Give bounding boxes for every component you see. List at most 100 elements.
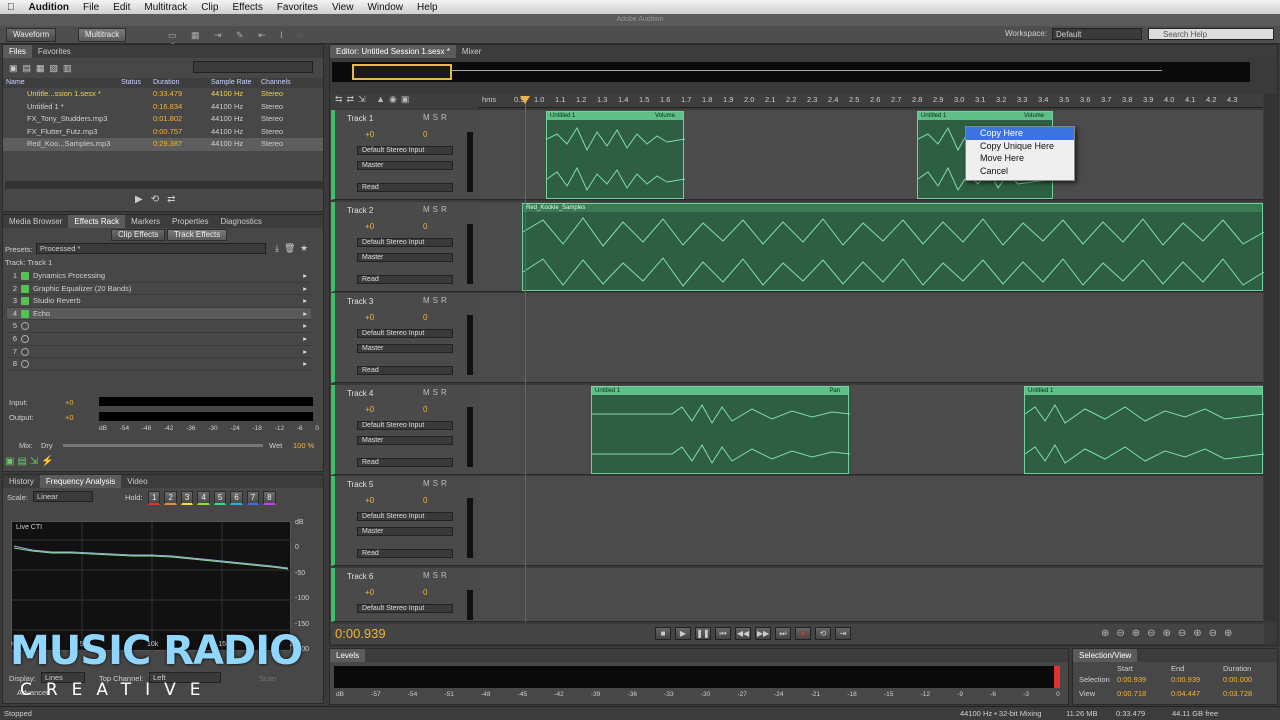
skip-icon[interactable]: ⇥ xyxy=(835,627,851,640)
clip-envelope[interactable]: Pan xyxy=(829,387,840,395)
audio-clip[interactable]: Untitled 1 Pan xyxy=(591,386,850,474)
menu-file[interactable]: File xyxy=(76,2,106,13)
tab-favorites[interactable]: Favorites xyxy=(32,45,77,58)
track-name[interactable]: Track 3 xyxy=(347,297,373,306)
files-search-input[interactable] xyxy=(193,61,313,73)
volume-value[interactable]: +0 xyxy=(365,313,374,322)
skip-back-icon[interactable]: ⏮ xyxy=(715,627,731,640)
track-name[interactable]: Track 6 xyxy=(347,572,373,581)
volume-value[interactable]: +0 xyxy=(365,588,374,597)
stop-icon[interactable]: ■ xyxy=(655,627,671,640)
msr-buttons[interactable]: MSR xyxy=(423,479,450,488)
hold-button[interactable]: 8 xyxy=(263,491,276,505)
menu-edit[interactable]: Edit xyxy=(106,2,137,13)
track-output-select[interactable]: Master xyxy=(357,436,453,445)
track-input-select[interactable]: Default Stereo Input xyxy=(357,512,453,521)
effect-slot[interactable]: 3 Studio Reverb ▸ xyxy=(7,295,311,308)
pan-value[interactable]: 0 xyxy=(423,405,427,414)
overview-bar[interactable] xyxy=(332,62,1250,82)
hdr-channels[interactable]: Channels xyxy=(261,78,301,88)
multitrack-view-button[interactable]: Multitrack xyxy=(78,28,127,42)
power-icon[interactable] xyxy=(21,284,29,293)
track-lane[interactable] xyxy=(478,476,1263,566)
menu-help[interactable]: Help xyxy=(410,2,445,13)
pan-value[interactable]: 0 xyxy=(423,313,427,322)
audio-clip[interactable]: Red_Kookie_Samples xyxy=(522,203,1264,291)
msr-buttons[interactable]: MSR xyxy=(423,571,450,580)
input-gain[interactable]: +0 xyxy=(65,398,74,407)
track-header[interactable]: Track 1 MSR +0 0 Default Stereo Input Ma… xyxy=(331,110,478,200)
volume-value[interactable]: +0 xyxy=(365,222,374,231)
effect-slot[interactable]: 4 Echo ▸ xyxy=(7,307,311,321)
scale-select[interactable]: Linear xyxy=(33,491,93,502)
rewind-icon[interactable]: ◀◀ xyxy=(735,627,751,640)
menu-cancel[interactable]: Cancel xyxy=(966,165,1074,178)
effect-slot[interactable]: 8 ▸ xyxy=(7,358,311,371)
audio-clip[interactable]: Untitled 1 xyxy=(1024,386,1264,474)
loop-icon[interactable]: ⟲ xyxy=(815,627,831,640)
tab-diagnostics[interactable]: Diagnostics xyxy=(214,215,267,228)
track-name[interactable]: Track 5 xyxy=(347,480,373,489)
arrow-right-icon[interactable]: ▸ xyxy=(303,295,307,307)
track-lane[interactable] xyxy=(478,293,1263,383)
tab-effects-rack[interactable]: Effects Rack xyxy=(68,215,126,228)
clip-envelope[interactable]: Volume xyxy=(1024,112,1044,120)
wet-value[interactable]: 100 % xyxy=(293,441,314,450)
arrow-right-icon[interactable]: ▸ xyxy=(303,270,307,282)
volume-value[interactable]: +0 xyxy=(365,496,374,505)
menu-app[interactable]: Audition xyxy=(22,2,77,13)
track-effects-tab[interactable]: Track Effects xyxy=(167,229,228,241)
file-action-icons[interactable]: ▣▤▦▧▥ xyxy=(9,63,77,74)
clip-effects-tab[interactable]: Clip Effects xyxy=(111,229,166,241)
automation-mode-select[interactable]: Read xyxy=(357,275,453,284)
tool-icons[interactable]: ▭ ▦ ⇥ ✎ ⇤ I ◌ ✐ xyxy=(168,30,328,51)
automation-mode-select[interactable]: Read xyxy=(357,458,453,467)
menu-multitrack[interactable]: Multitrack xyxy=(137,2,194,13)
workspace-select[interactable]: Default xyxy=(1052,28,1142,40)
vertical-scrollbar[interactable] xyxy=(1264,94,1276,622)
track-header[interactable]: Track 3 MSR +0 0 Default Stereo Input Ma… xyxy=(331,293,478,383)
tab-editor[interactable]: Editor: Untitled Session 1.sesx * xyxy=(330,45,456,58)
msr-buttons[interactable]: MSR xyxy=(423,205,450,214)
pause-icon[interactable]: ❚❚ xyxy=(695,627,711,640)
play-icon[interactable]: ▶ xyxy=(675,627,691,640)
effect-slot[interactable]: 5 ▸ xyxy=(7,320,311,333)
menu-favorites[interactable]: Favorites xyxy=(270,2,325,13)
hold-button[interactable]: 2 xyxy=(164,491,177,505)
clip-envelope[interactable]: Volume xyxy=(655,112,675,120)
mix-slider[interactable] xyxy=(63,444,263,447)
hdr-status[interactable]: Status xyxy=(121,78,153,88)
record-icon[interactable]: ● xyxy=(795,627,811,640)
pan-value[interactable]: 0 xyxy=(423,222,427,231)
search-help-input[interactable]: Search Help xyxy=(1148,28,1274,40)
track-input-select[interactable]: Default Stereo Input xyxy=(357,329,453,338)
selection-start[interactable]: 0:00.939 xyxy=(1117,675,1146,684)
tab-files[interactable]: Files xyxy=(3,45,32,58)
power-icon[interactable] xyxy=(21,334,29,343)
file-row[interactable]: Red_Koo...Samples.mp3 0:29.387 44100 Hz Ste… xyxy=(3,138,323,151)
current-time[interactable]: 0:00.939 xyxy=(335,626,386,641)
zoom-icons[interactable]: ⊕⊖⊕⊖⊕⊖⊕⊖⊕ xyxy=(1101,628,1239,639)
pan-value[interactable]: 0 xyxy=(423,588,427,597)
output-gain[interactable]: +0 xyxy=(65,413,74,422)
power-icon[interactable] xyxy=(21,272,29,280)
tab-properties[interactable]: Properties xyxy=(166,215,214,228)
automation-mode-select[interactable]: Read xyxy=(357,549,453,558)
hold-button[interactable]: 7 xyxy=(246,491,260,505)
effect-slot[interactable]: 7 ▸ xyxy=(7,346,311,359)
clip-indicator[interactable] xyxy=(1054,666,1060,688)
track-name[interactable]: Track 1 xyxy=(347,114,373,123)
view-end[interactable]: 0:04.447 xyxy=(1171,689,1200,698)
hold-button[interactable]: 5 xyxy=(213,491,227,505)
pan-value[interactable]: 0 xyxy=(423,130,427,139)
presets-select[interactable]: Processed * xyxy=(36,243,266,254)
power-icon[interactable] xyxy=(21,297,29,306)
preset-action-icons[interactable]: ⤓🗑★ xyxy=(275,243,313,254)
tab-frequency-analysis[interactable]: Frequency Analysis xyxy=(39,475,122,488)
files-scrollbar[interactable] xyxy=(5,181,323,189)
power-icon[interactable] xyxy=(21,360,29,369)
tab-media-browser[interactable]: Media Browser xyxy=(3,215,68,228)
selection-end[interactable]: 0:00.939 xyxy=(1171,675,1200,684)
track-lane[interactable] xyxy=(478,568,1263,622)
track-name[interactable]: Track 4 xyxy=(347,389,373,398)
